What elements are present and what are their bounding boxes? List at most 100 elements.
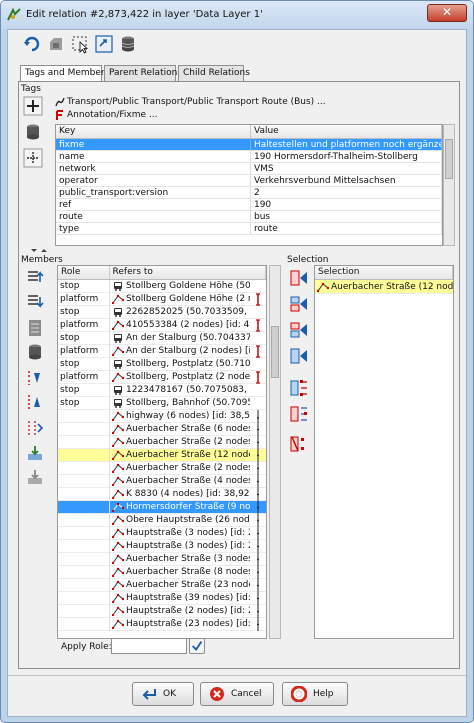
member-row[interactable]: K 8830 (4 nodes) [id: 38,923,...	[58, 487, 266, 501]
member-role[interactable]	[58, 474, 110, 488]
tag-value[interactable]: Verkehrsverbund Mittelsachsen	[251, 175, 442, 186]
tag-row[interactable]: public_transport:version 2	[56, 187, 442, 199]
member-row[interactable]: stop Stollberg Goldene Höhe (50.6...	[58, 279, 266, 293]
paste-tags-button[interactable]	[23, 148, 43, 168]
selection-row[interactable]: Auerbacher Straße (12 nodes) [id	[315, 280, 453, 294]
member-role[interactable]	[58, 513, 110, 527]
member-refers-to[interactable]: 1223478167 (50.7075083, 12....	[110, 384, 250, 397]
tag-row[interactable]: fixme Haltestellen und platformen noch e…	[56, 139, 442, 151]
member-row[interactable]: Auerbacher Straße (12 nodes)...	[58, 448, 266, 462]
download-selected-button[interactable]	[25, 468, 45, 488]
member-role[interactable]	[58, 578, 110, 592]
move-down-button[interactable]	[25, 292, 45, 312]
member-role[interactable]	[58, 617, 110, 631]
tag-value[interactable]: VMS	[251, 163, 442, 174]
member-row[interactable]: stop 2262852025 (50.7033509, 12....	[58, 305, 266, 319]
tag-key[interactable]: type	[56, 223, 251, 234]
member-role[interactable]: stop	[58, 383, 110, 397]
member-row[interactable]: platform 410553384 (2 nodes) [id: 410...	[58, 318, 266, 332]
tag-database-button[interactable]	[23, 122, 43, 142]
column-header-value[interactable]: Value	[251, 125, 442, 138]
member-refers-to[interactable]: Hauptstraße (2 nodes) [id: 23...	[110, 605, 250, 618]
zoom-to-gap-button[interactable]	[289, 404, 309, 424]
member-refers-to[interactable]: Stollberg, Bahnhof (50.70953...	[110, 397, 250, 410]
member-row[interactable]: Hauptstraße (3 nodes) [id: 25...	[58, 526, 266, 540]
member-refers-to[interactable]: highway (6 nodes) [id: 38,58...	[110, 410, 250, 423]
member-row[interactable]: Auerbacher Straße (6 nodes) ...	[58, 422, 266, 436]
member-role[interactable]: platform	[58, 292, 110, 306]
preset-link-bus-route[interactable]: Transport/Public Transport/Public Transp…	[67, 97, 326, 107]
member-row[interactable]: Hauptstraße (39 nodes) [id: 2...	[58, 591, 266, 605]
apply-role-input[interactable]	[111, 638, 187, 654]
member-role[interactable]	[58, 448, 110, 462]
member-refers-to[interactable]: Auerbacher Straße (6 nodes) ...	[110, 423, 250, 436]
member-row[interactable]: Auerbacher Straße (23 nodes...	[58, 578, 266, 592]
member-refers-to[interactable]: Auerbacher Straße (23 nodes...	[110, 579, 250, 592]
member-row[interactable]: Auerbacher Straße (2 nodes) ...	[58, 435, 266, 449]
sort-members-button[interactable]	[25, 318, 45, 338]
member-row[interactable]: stop An der Stalburg (50.7043372,...	[58, 331, 266, 345]
member-row[interactable]: Auerbacher Straße (3 nodes) ...	[58, 552, 266, 566]
zoom-to-members-icon[interactable]	[94, 34, 114, 54]
column-header-selection[interactable]: Selection	[315, 266, 453, 279]
member-refers-to[interactable]: Stollberg Goldene Höhe (50.6...	[110, 280, 250, 293]
split-pane-divider[interactable]	[29, 248, 459, 253]
download-incomplete-button[interactable]	[25, 444, 45, 464]
member-row[interactable]: stop Stollberg, Postplatz (50.7100...	[58, 357, 266, 371]
member-database-button[interactable]	[25, 342, 45, 362]
members-scrollbar[interactable]	[269, 265, 281, 639]
add-selected-at-end-button[interactable]	[289, 346, 309, 366]
move-to-top-button[interactable]	[25, 368, 45, 388]
member-row[interactable]: Hauptstraße (3 nodes) [id: 23...	[58, 539, 266, 553]
move-to-bottom-button[interactable]	[25, 392, 45, 412]
tag-key[interactable]: name	[56, 151, 251, 162]
tag-value[interactable]: Haltestellen und platformen noch ergänze…	[251, 139, 442, 150]
member-row[interactable]: Hauptstraße (2 nodes) [id: 23...	[58, 604, 266, 618]
column-header-key[interactable]: Key	[56, 125, 251, 138]
layer-download-icon[interactable]	[46, 34, 66, 54]
apply-role-button[interactable]	[189, 638, 205, 654]
member-role[interactable]: stop	[58, 305, 110, 319]
refresh-icon[interactable]	[22, 34, 42, 54]
tag-row[interactable]: name 190 Hormersdorf-Thalheim-Stollberg	[56, 151, 442, 163]
member-role[interactable]: stop	[58, 331, 110, 345]
add-selected-before-button[interactable]	[289, 294, 309, 314]
member-role[interactable]	[58, 487, 110, 501]
member-refers-to[interactable]: Auerbacher Straße (4 nodes) ...	[110, 475, 250, 488]
member-refers-to[interactable]: Auerbacher Straße (8 nodes) ...	[110, 566, 250, 579]
ok-button[interactable]: OK	[132, 682, 194, 706]
member-refers-to[interactable]: Auerbacher Straße (2 nodes) ...	[110, 436, 250, 449]
member-refers-to[interactable]: Auerbacher Straße (12 nodes)...	[110, 449, 250, 462]
window-close-button[interactable]: ✕	[427, 4, 467, 22]
member-refers-to[interactable]: Hauptstraße (23 nodes) [id: 2...	[110, 618, 250, 631]
member-refers-to[interactable]: Auerbacher Straße (2 nodes) ...	[110, 462, 250, 475]
member-role[interactable]	[58, 565, 110, 579]
member-refers-to[interactable]: Stollberg, Postplatz (50.7100...	[110, 358, 250, 371]
select-in-relation-button[interactable]	[289, 378, 309, 398]
member-role[interactable]	[58, 539, 110, 553]
column-header-refers-to[interactable]: Refers to	[110, 266, 266, 279]
member-row[interactable]: highway (6 nodes) [id: 38,58...	[58, 409, 266, 423]
add-selected-at-start-button[interactable]	[289, 268, 309, 288]
tag-key[interactable]: network	[56, 163, 251, 174]
member-role[interactable]	[58, 409, 110, 423]
tag-key[interactable]: public_transport:version	[56, 187, 251, 198]
member-refers-to[interactable]: Hauptstraße (3 nodes) [id: 25...	[110, 527, 250, 540]
member-role[interactable]	[58, 461, 110, 475]
member-role[interactable]	[58, 552, 110, 566]
add-selected-after-button[interactable]	[289, 320, 309, 340]
help-button[interactable]: Help	[282, 682, 348, 706]
move-up-button[interactable]	[25, 268, 45, 288]
tab-tags-and-members[interactable]: Tags and Members	[20, 65, 109, 82]
member-role[interactable]: platform	[58, 344, 110, 358]
add-tag-button[interactable]	[23, 96, 43, 116]
member-row[interactable]: Auerbacher Straße (4 nodes) ...	[58, 474, 266, 488]
member-refers-to[interactable]: 410553384 (2 nodes) [id: 410...	[110, 319, 250, 332]
member-role[interactable]: platform	[58, 318, 110, 332]
member-refers-to[interactable]: 2262852025 (50.7033509, 12....	[110, 306, 250, 319]
member-role[interactable]	[58, 422, 110, 436]
remove-selected-button[interactable]	[289, 434, 309, 454]
tag-value[interactable]: 190 Hormersdorf-Thalheim-Stollberg	[251, 151, 442, 162]
members-scrollbar-thumb[interactable]	[271, 326, 279, 378]
tag-row[interactable]: network VMS	[56, 163, 442, 175]
